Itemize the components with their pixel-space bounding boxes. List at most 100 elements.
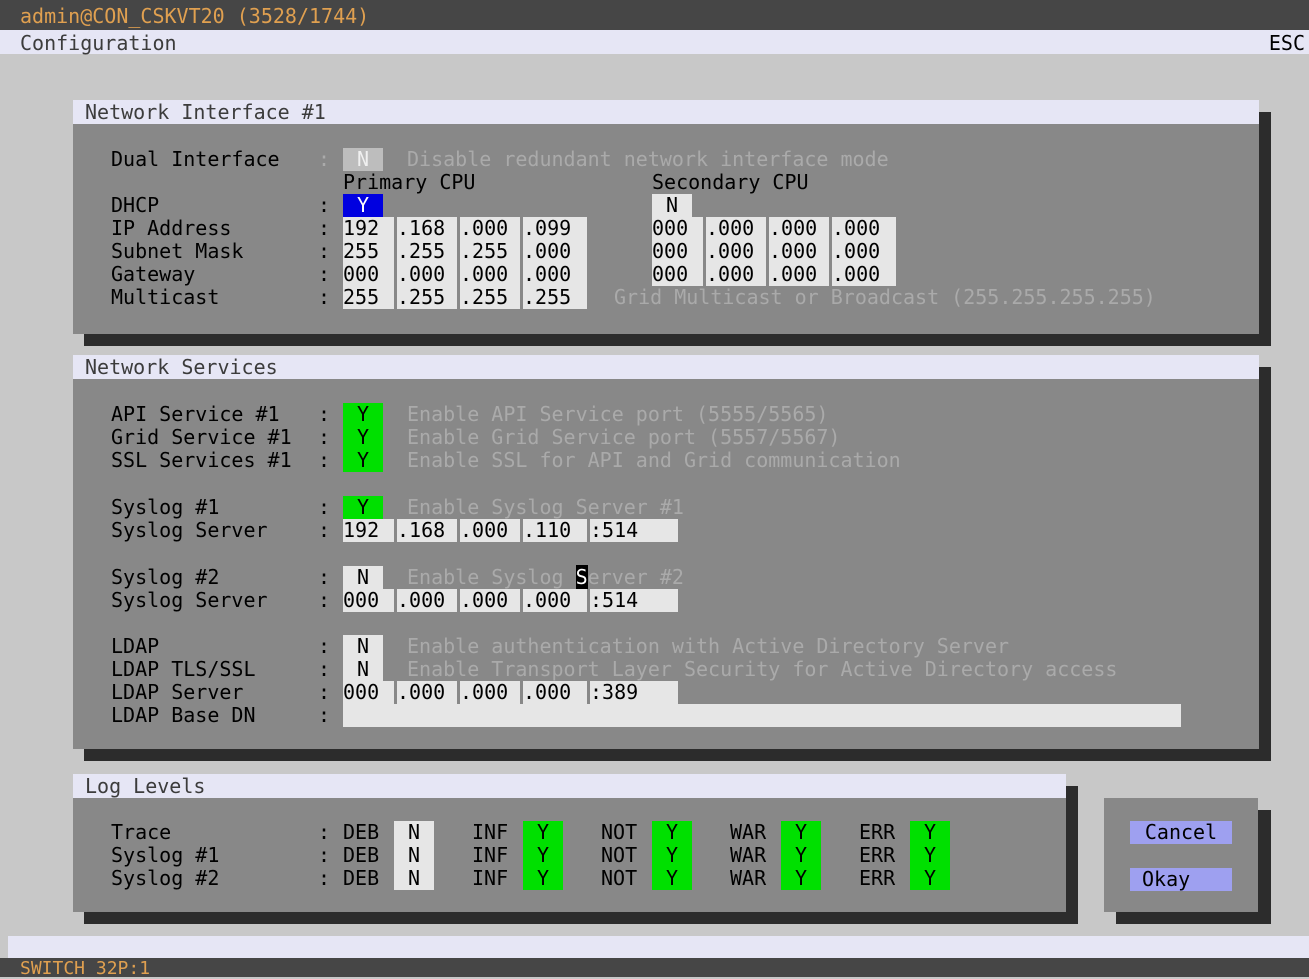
ldap-ip-octet-2[interactable]: .000 (397, 681, 457, 704)
syslog1-ip-octet-2[interactable]: .168 (397, 519, 457, 542)
dual-interface-field[interactable]: N (343, 148, 383, 171)
syslog1-not-field[interactable]: Y (652, 844, 692, 867)
syslog2-port[interactable]: :514 (590, 589, 678, 612)
mask-primary-octet-4[interactable]: .000 (523, 240, 587, 263)
syslog1-war-field[interactable]: Y (781, 844, 821, 867)
level-inf-label: INF (472, 866, 509, 890)
syslog2-field[interactable]: N (343, 566, 383, 589)
mc-octet-1[interactable]: 255 (343, 286, 394, 309)
syslog1-ip-octet-3[interactable]: .000 (460, 519, 520, 542)
cancel-button[interactable]: Cancel (1130, 821, 1232, 844)
level-err-label: ERR (859, 820, 896, 844)
syslog2-ip-octet-1[interactable]: 000 (343, 589, 394, 612)
gw-primary-octet-3[interactable]: .000 (460, 263, 520, 286)
syslog1-port[interactable]: :514 (590, 519, 678, 542)
menu-title: Configuration (20, 31, 177, 55)
trace-deb-field[interactable]: N (394, 821, 434, 844)
mask-primary-octet-2[interactable]: .255 (397, 240, 457, 263)
esc-button[interactable]: ESC (1269, 32, 1305, 55)
ssl-services-desc: Enable SSL for API and Grid communicatio… (407, 448, 901, 472)
ldap-field[interactable]: N (343, 635, 383, 658)
mask-primary-octet-1[interactable]: 255 (343, 240, 394, 263)
level-war-label: WAR (730, 820, 767, 844)
mc-octet-4[interactable]: .255 (523, 286, 587, 309)
syslog1-log-label: Syslog #1 (111, 843, 220, 867)
syslog1-ip-octet-1[interactable]: 192 (343, 519, 394, 542)
ldap-port[interactable]: :389 (590, 681, 678, 704)
separator: : (318, 193, 331, 217)
syslog1-err-field[interactable]: Y (910, 844, 950, 867)
syslog2-err-field[interactable]: Y (910, 867, 950, 890)
mask-secondary-octet-3[interactable]: .000 (769, 240, 829, 263)
subnet-mask-label: Subnet Mask (111, 239, 244, 263)
mask-primary-octet-3[interactable]: .255 (460, 240, 520, 263)
separator: : (318, 239, 331, 263)
mask-secondary-octet-4[interactable]: .000 (832, 240, 896, 263)
dhcp-secondary-field[interactable]: N (652, 194, 692, 217)
syslog1-inf-field[interactable]: Y (523, 844, 563, 867)
gw-secondary-octet-4[interactable]: .000 (832, 263, 896, 286)
trace-inf-field[interactable]: Y (523, 821, 563, 844)
syslog2-not-field[interactable]: Y (652, 867, 692, 890)
syslog2-deb-field[interactable]: N (394, 867, 434, 890)
menu-bar: Configuration ESC (0, 30, 1309, 55)
section-title: Log Levels (85, 774, 206, 798)
syslog2-desc-text: Enable Syslog (407, 565, 576, 589)
ip-primary-octet-4[interactable]: .099 (523, 217, 587, 240)
gw-primary-octet-1[interactable]: 000 (343, 263, 394, 286)
title-bar: admin@CON_CSKVT20 (3528/1744) (0, 0, 1309, 30)
gw-primary-octet-2[interactable]: .000 (397, 263, 457, 286)
ldap-base-dn-label: LDAP Base DN (111, 703, 256, 727)
bottom-bar (8, 936, 1309, 958)
syslog2-desc-text: erver #2 (587, 565, 684, 589)
mc-octet-3[interactable]: .255 (460, 286, 520, 309)
syslog2-ip-octet-3[interactable]: .000 (460, 589, 520, 612)
ldap-base-dn-input[interactable] (343, 704, 1181, 727)
grid-service-field[interactable]: Y (343, 426, 383, 449)
ssl-services-field[interactable]: Y (343, 449, 383, 472)
ldap-tls-field[interactable]: N (343, 658, 383, 681)
separator: : (318, 262, 331, 286)
level-inf-label: INF (472, 843, 509, 867)
mask-secondary-octet-1[interactable]: 000 (652, 240, 703, 263)
gw-secondary-octet-1[interactable]: 000 (652, 263, 703, 286)
ldap-ip-octet-3[interactable]: .000 (460, 681, 520, 704)
gw-secondary-octet-3[interactable]: .000 (769, 263, 829, 286)
ip-primary-octet-3[interactable]: .000 (460, 217, 520, 240)
gw-secondary-octet-2[interactable]: .000 (706, 263, 766, 286)
syslog2-ip-octet-4[interactable]: .000 (523, 589, 587, 612)
primary-cpu-header: Primary CPU (343, 170, 476, 194)
syslog2-ip-octet-2[interactable]: .000 (397, 589, 457, 612)
separator: : (318, 866, 331, 890)
gw-primary-octet-4[interactable]: .000 (523, 263, 587, 286)
multicast-desc: Grid Multicast or Broadcast (255.255.255… (614, 285, 1156, 309)
network-services-title: Network Services (73, 355, 1259, 379)
mc-octet-2[interactable]: .255 (397, 286, 457, 309)
dhcp-primary-field[interactable]: Y (343, 194, 383, 217)
ip-primary-octet-2[interactable]: .168 (397, 217, 457, 240)
syslog1-server-label: Syslog Server (111, 518, 268, 542)
separator: : (318, 657, 331, 681)
trace-not-field[interactable]: Y (652, 821, 692, 844)
separator: : (318, 565, 331, 589)
syslog1-field[interactable]: Y (343, 496, 383, 519)
ip-secondary-octet-1[interactable]: 000 (652, 217, 703, 240)
ldap-ip-octet-4[interactable]: .000 (523, 681, 587, 704)
separator: : (318, 448, 331, 472)
ldap-ip-octet-1[interactable]: 000 (343, 681, 394, 704)
api-service-field[interactable]: Y (343, 403, 383, 426)
ip-secondary-octet-2[interactable]: .000 (706, 217, 766, 240)
trace-err-field[interactable]: Y (910, 821, 950, 844)
separator: : (318, 634, 331, 658)
mask-secondary-octet-2[interactable]: .000 (706, 240, 766, 263)
ip-secondary-octet-4[interactable]: .000 (832, 217, 896, 240)
ip-primary-octet-1[interactable]: 192 (343, 217, 394, 240)
okay-button[interactable]: Okay (1130, 868, 1232, 891)
syslog1-deb-field[interactable]: N (394, 844, 434, 867)
syslog2-inf-field[interactable]: Y (523, 867, 563, 890)
syslog1-ip-octet-4[interactable]: .110 (523, 519, 587, 542)
trace-war-field[interactable]: Y (781, 821, 821, 844)
separator: : (318, 843, 331, 867)
syslog2-war-field[interactable]: Y (781, 867, 821, 890)
ip-secondary-octet-3[interactable]: .000 (769, 217, 829, 240)
